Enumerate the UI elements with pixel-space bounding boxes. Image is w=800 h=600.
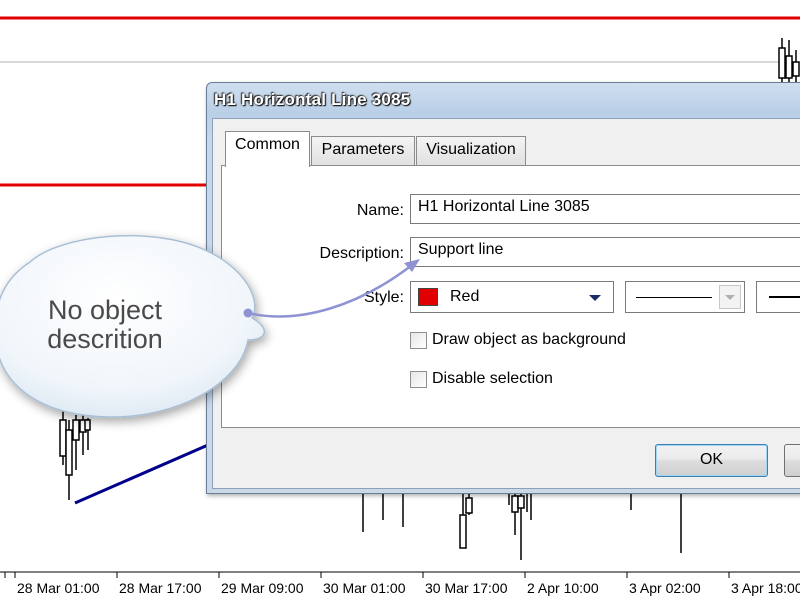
color-swatch (418, 288, 438, 306)
trend-line[interactable] (74, 443, 209, 505)
name-label: Name: (356, 202, 404, 219)
disable-selection-label: Disable selection (432, 370, 553, 387)
chevron-down-icon (725, 295, 735, 300)
chevron-down-icon (589, 295, 601, 301)
tab-parameters[interactable]: Parameters (311, 136, 415, 166)
dialog-title: H1 Horizontal Line 3085 (214, 90, 411, 109)
color-select[interactable]: Red (410, 281, 614, 313)
candles-top-right (778, 38, 800, 82)
x-axis-labels: 28 Mar 01:00 28 Mar 17:00 29 Mar 09:00 30 M… (17, 580, 800, 596)
tab-common[interactable]: Common (225, 131, 310, 167)
ok-button[interactable]: OK (655, 444, 768, 477)
line-width-select[interactable] (756, 281, 800, 313)
name-input[interactable]: H1 Horizontal Line 3085 (410, 194, 800, 224)
x-axis-label: 29 Mar 09:00 (221, 580, 304, 596)
disable-selection-option[interactable]: Disable selection (410, 370, 553, 388)
ok-button-label: OK (699, 451, 724, 468)
line-width-preview (769, 296, 800, 298)
x-axis-ticks (4, 572, 730, 578)
x-axis-label: 3 Apr 02:00 (629, 580, 701, 596)
line-style-preview (636, 297, 712, 298)
x-axis-label: 30 Mar 17:00 (425, 580, 508, 596)
x-axis-label: 28 Mar 17:00 (119, 580, 202, 596)
x-axis-label: 3 Apr 18:00 (731, 580, 800, 596)
color-select-value: Red (450, 288, 480, 305)
candles-bottom (362, 494, 682, 560)
candles-left (59, 410, 91, 500)
x-axis-label: 2 Apr 10:00 (527, 580, 599, 596)
description-input[interactable]: Support line (410, 237, 800, 267)
line-style-dropdown-button[interactable] (719, 285, 741, 309)
disable-selection-checkbox[interactable] (410, 370, 427, 388)
draw-background-option[interactable]: Draw object as background (410, 331, 626, 349)
draw-background-label: Draw object as background (432, 331, 626, 348)
x-axis-label: 28 Mar 01:00 (17, 580, 100, 596)
cancel-button[interactable] (784, 444, 800, 477)
description-label: Description: (319, 245, 404, 262)
draw-background-checkbox[interactable] (410, 331, 427, 349)
tab-parameters-label: Parameters (321, 141, 405, 158)
tab-visualization-label: Visualization (426, 141, 516, 158)
callout-text: No object descrition (47, 295, 163, 354)
x-axis-label: 30 Mar 01:00 (323, 580, 406, 596)
properties-dialog[interactable]: H1 Horizontal Line 3085 Common Parameter… (206, 82, 800, 494)
screenshot-root: 28 Mar 01:00 28 Mar 17:00 29 Mar 09:00 30 M… (0, 0, 800, 600)
common-tab-panel: Name: H1 Horizontal Line 3085 Descriptio… (221, 165, 800, 428)
dialog-client-area: Common Parameters Visualization Name: H1… (212, 118, 800, 489)
style-label: Style: (363, 289, 404, 306)
tab-common-label: Common (235, 136, 300, 153)
line-style-select[interactable] (625, 281, 745, 313)
tab-visualization[interactable]: Visualization (416, 136, 526, 166)
